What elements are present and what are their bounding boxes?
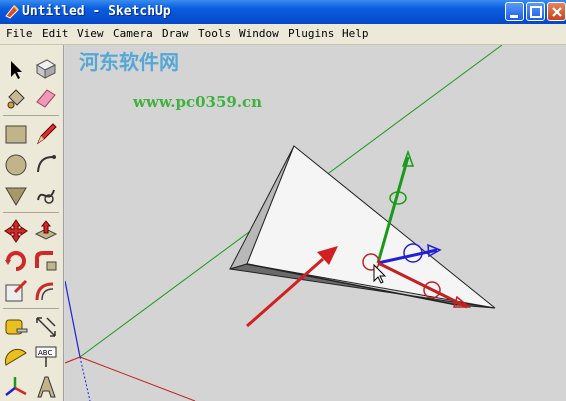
- toolbar-separator: [3, 308, 59, 309]
- pencil-icon: [36, 123, 57, 145]
- blue-axis-dashed: [79, 356, 91, 401]
- eraser-icon: [36, 89, 56, 108]
- follow-me-icon: [35, 251, 57, 271]
- make-component-button[interactable]: [33, 55, 59, 81]
- arc-icon: [37, 155, 56, 173]
- svg-text:ABC: ABC: [38, 349, 52, 357]
- menu-draw[interactable]: Draw: [162, 27, 189, 40]
- paint-bucket-icon: [7, 89, 25, 109]
- menu-plugins[interactable]: Plugins: [288, 27, 334, 40]
- menu-bar: File Edit View Camera Draw Tools Window …: [0, 24, 566, 45]
- axes-tool-button[interactable]: [3, 374, 29, 400]
- polygon-icon: [5, 187, 27, 206]
- rectangle-tool-button[interactable]: [3, 121, 29, 147]
- circle-icon: [5, 154, 27, 176]
- dimension-tool-button[interactable]: [33, 314, 59, 340]
- tape-measure-icon: [5, 319, 28, 335]
- red-axis-line: [65, 356, 81, 364]
- select-tool-button[interactable]: [3, 57, 29, 83]
- red-axis-dashed: [79, 356, 196, 401]
- close-button[interactable]: [547, 2, 566, 21]
- freehand-tool-button[interactable]: [33, 182, 59, 208]
- offset-icon: [35, 282, 54, 301]
- title-bar[interactable]: Untitled - SketchUp: [0, 0, 566, 24]
- watermark-brand: 河东软件网: [79, 50, 179, 74]
- maximize-icon: [530, 6, 542, 18]
- maximize-button[interactable]: [526, 2, 545, 21]
- minimize-button[interactable]: [505, 2, 524, 21]
- component-icon: [35, 59, 57, 79]
- close-icon: [552, 7, 562, 17]
- scale-tool-button[interactable]: [3, 278, 29, 304]
- eraser-button[interactable]: [33, 85, 59, 111]
- wedge-top-face: [246, 145, 496, 309]
- text-tool-button[interactable]: ABC: [33, 344, 59, 370]
- offset-tool-button[interactable]: [33, 278, 59, 304]
- rotate-tool-button[interactable]: [3, 248, 29, 274]
- modeling-viewport[interactable]: 河东软件网 www.pc0359.cn: [65, 45, 566, 401]
- menu-camera[interactable]: Camera: [113, 27, 153, 40]
- text-label-icon: ABC: [35, 346, 57, 367]
- watermark-logo-icon: 河东软件网: [79, 50, 179, 74]
- polygon-tool-button[interactable]: [3, 182, 29, 208]
- push-pull-tool-button[interactable]: [33, 218, 59, 244]
- rectangle-icon: [5, 125, 27, 144]
- sketchup-app-icon[interactable]: [4, 4, 20, 20]
- menu-edit[interactable]: Edit: [42, 27, 69, 40]
- axes-icon: [5, 377, 27, 396]
- paint-bucket-button[interactable]: [3, 85, 29, 111]
- scale-icon: [5, 279, 28, 302]
- 3d-text-icon: [37, 376, 56, 398]
- watermark-url: www.pc0359.cn: [133, 93, 263, 111]
- menu-view[interactable]: View: [77, 27, 104, 40]
- line-tool-button[interactable]: [33, 121, 59, 147]
- minimize-icon: [510, 15, 518, 18]
- circle-tool-button[interactable]: [3, 152, 29, 178]
- tape-measure-tool-button[interactable]: [3, 314, 29, 340]
- menu-file[interactable]: File: [6, 27, 33, 40]
- move-tool-button[interactable]: [3, 218, 29, 244]
- large-tool-set: ABC: [0, 45, 64, 401]
- rotate-icon: [5, 251, 26, 271]
- arc-tool-button[interactable]: [33, 152, 59, 178]
- 3d-text-tool-button[interactable]: [33, 374, 59, 400]
- protractor-icon: [4, 348, 27, 366]
- push-pull-icon: [34, 220, 58, 240]
- menu-help[interactable]: Help: [342, 27, 369, 40]
- toolbar-separator: [3, 212, 59, 213]
- window-title: Untitled - SketchUp: [22, 4, 171, 19]
- follow-me-tool-button[interactable]: [33, 248, 59, 274]
- protractor-tool-button[interactable]: [3, 344, 29, 370]
- dimension-icon: [36, 317, 56, 337]
- toolbar-separator: [3, 115, 59, 116]
- blue-axis-line: [65, 280, 81, 358]
- wedge-model[interactable]: [229, 145, 496, 309]
- move-icon: [4, 219, 28, 243]
- menu-window[interactable]: Window: [239, 27, 279, 40]
- select-arrow-icon: [11, 61, 22, 79]
- menu-tools[interactable]: Tools: [198, 27, 231, 40]
- freehand-icon: [37, 189, 55, 204]
